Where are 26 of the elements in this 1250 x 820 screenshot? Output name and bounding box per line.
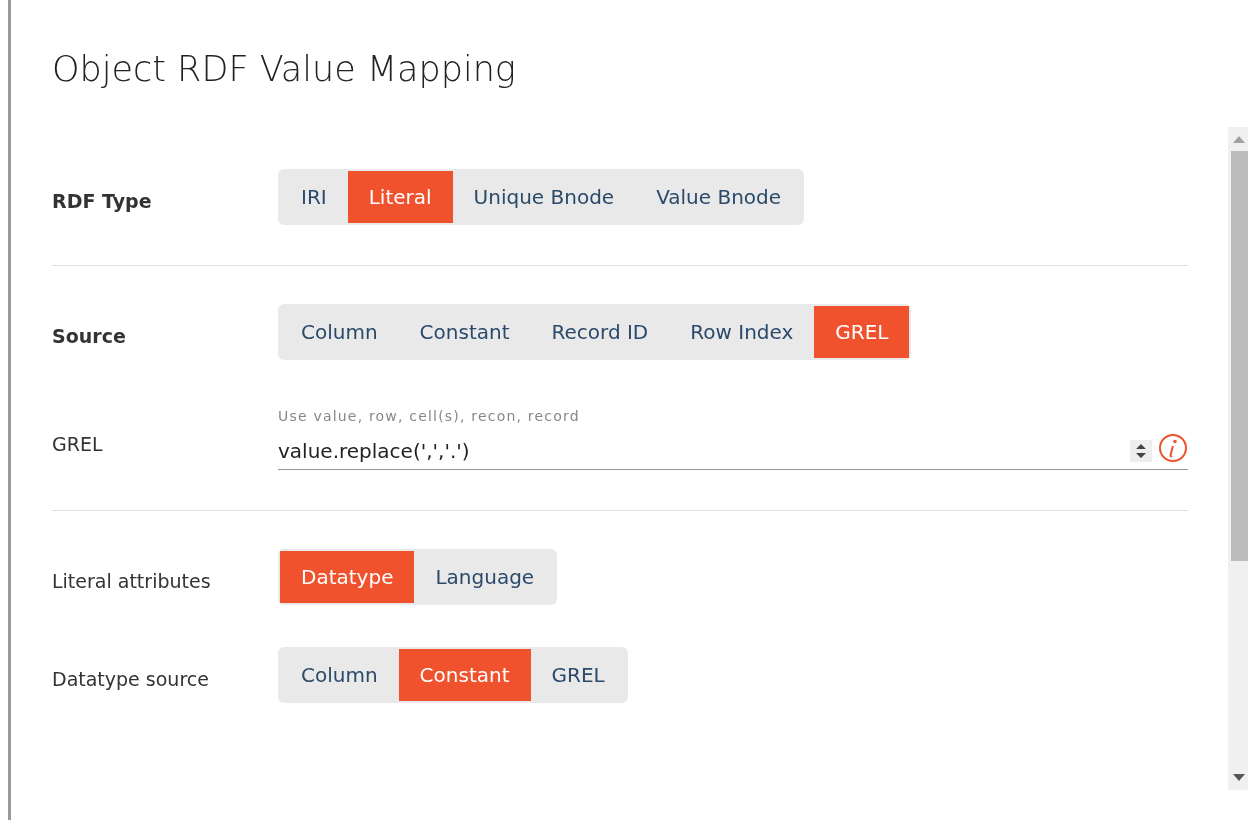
- hint-text: Use value, row, cell(s), recon, record: [278, 407, 581, 426]
- toggle-button[interactable]: Constant: [398, 306, 531, 358]
- toggle-button[interactable]: Column: [280, 649, 399, 701]
- field-label: Datatype source: [52, 667, 210, 692]
- toggle-button[interactable]: GREL: [814, 306, 910, 358]
- field-label: GREL: [52, 432, 104, 457]
- spinner-icon[interactable]: [1130, 440, 1152, 462]
- toggle-button[interactable]: GREL: [530, 649, 626, 701]
- toggle-button[interactable]: Row Index: [669, 306, 815, 358]
- toggle-button[interactable]: Record ID: [530, 306, 670, 358]
- info-icon[interactable]: [1158, 433, 1188, 463]
- toggle-button[interactable]: IRI: [280, 171, 348, 223]
- toggle-button[interactable]: Literal: [347, 171, 453, 223]
- field-label: RDF Type: [52, 189, 153, 214]
- scrollbar[interactable]: [1228, 127, 1248, 790]
- toggle-button[interactable]: Language: [414, 551, 556, 603]
- dialog-title: Object RDF Value Mapping: [51, 48, 517, 90]
- toggle-button[interactable]: Unique Bnode: [452, 171, 636, 223]
- toggle-button[interactable]: Column: [280, 306, 399, 358]
- toggle-button[interactable]: Datatype: [280, 551, 415, 603]
- field-label: Literal attributes: [52, 569, 212, 594]
- scroll-down-icon[interactable]: [1232, 773, 1246, 782]
- scroll-up-icon[interactable]: [1232, 135, 1246, 144]
- toggle-button[interactable]: Value Bnode: [635, 171, 803, 223]
- toggle-button[interactable]: Constant: [398, 649, 531, 701]
- field-label: Source: [52, 324, 127, 349]
